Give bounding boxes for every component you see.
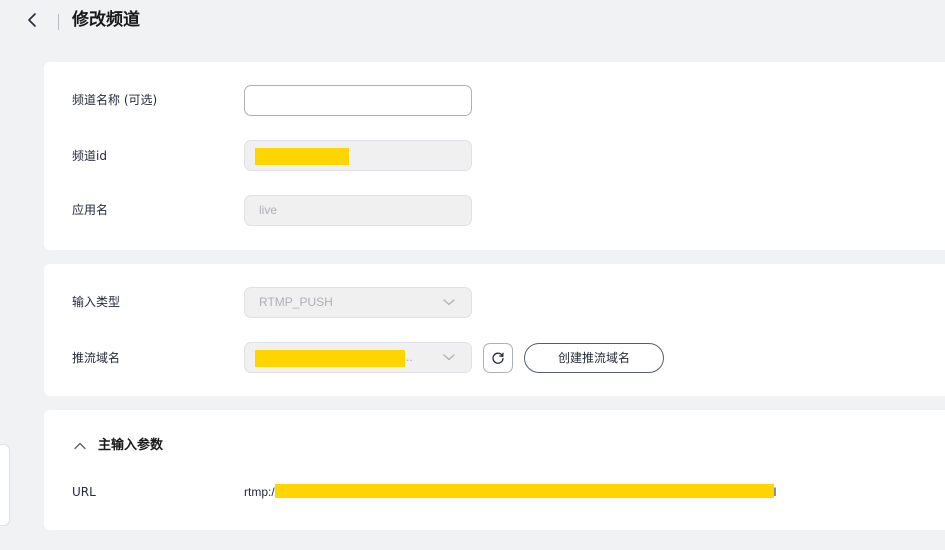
refresh-icon xyxy=(492,352,504,364)
edit-channel-page: 修改频道 频道名称 (可选) 频道id 应用名 live 输入类型 RTMP_P… xyxy=(0,0,945,550)
chevron-down-icon xyxy=(443,354,455,361)
push-domain-label: 推流域名 xyxy=(72,351,121,365)
main-input-card xyxy=(44,410,945,530)
url-label: URL xyxy=(72,485,96,499)
basic-info-card xyxy=(44,62,945,250)
channel-name-label: 频道名称 (可选) xyxy=(72,93,158,107)
url-value: rtmp:/ l xyxy=(244,484,776,500)
create-push-domain-button[interactable]: 创建推流域名 xyxy=(524,343,664,373)
input-type-label: 输入类型 xyxy=(72,295,121,309)
app-name-label: 应用名 xyxy=(72,203,109,217)
push-domain-ellipsis: .. xyxy=(406,350,413,364)
push-domain-select[interactable]: .. xyxy=(244,342,472,373)
channel-name-input[interactable] xyxy=(244,85,472,116)
section-title: 主输入参数 xyxy=(98,438,164,453)
chevron-left-icon xyxy=(28,13,36,27)
chevron-up-icon xyxy=(74,442,86,450)
push-domain-redaction xyxy=(255,350,405,367)
app-name-field: live xyxy=(244,195,472,226)
url-prefix: rtmp:/ xyxy=(244,485,275,499)
side-panel-tab[interactable] xyxy=(0,444,10,526)
url-suffix: l xyxy=(773,485,777,499)
page-header: 修改频道 xyxy=(0,0,945,44)
refresh-domains-button[interactable] xyxy=(483,343,513,373)
input-type-select: RTMP_PUSH xyxy=(244,287,472,318)
channel-id-redaction xyxy=(255,148,349,165)
header-divider xyxy=(58,14,59,30)
input-type-value: RTMP_PUSH xyxy=(259,295,333,309)
channel-id-label: 频道id xyxy=(72,149,107,163)
input-settings-card xyxy=(44,264,945,396)
url-redaction xyxy=(274,484,774,498)
page-title: 修改频道 xyxy=(72,10,140,30)
back-button[interactable] xyxy=(24,10,42,30)
chevron-down-icon xyxy=(443,299,455,306)
channel-id-field xyxy=(244,140,472,171)
